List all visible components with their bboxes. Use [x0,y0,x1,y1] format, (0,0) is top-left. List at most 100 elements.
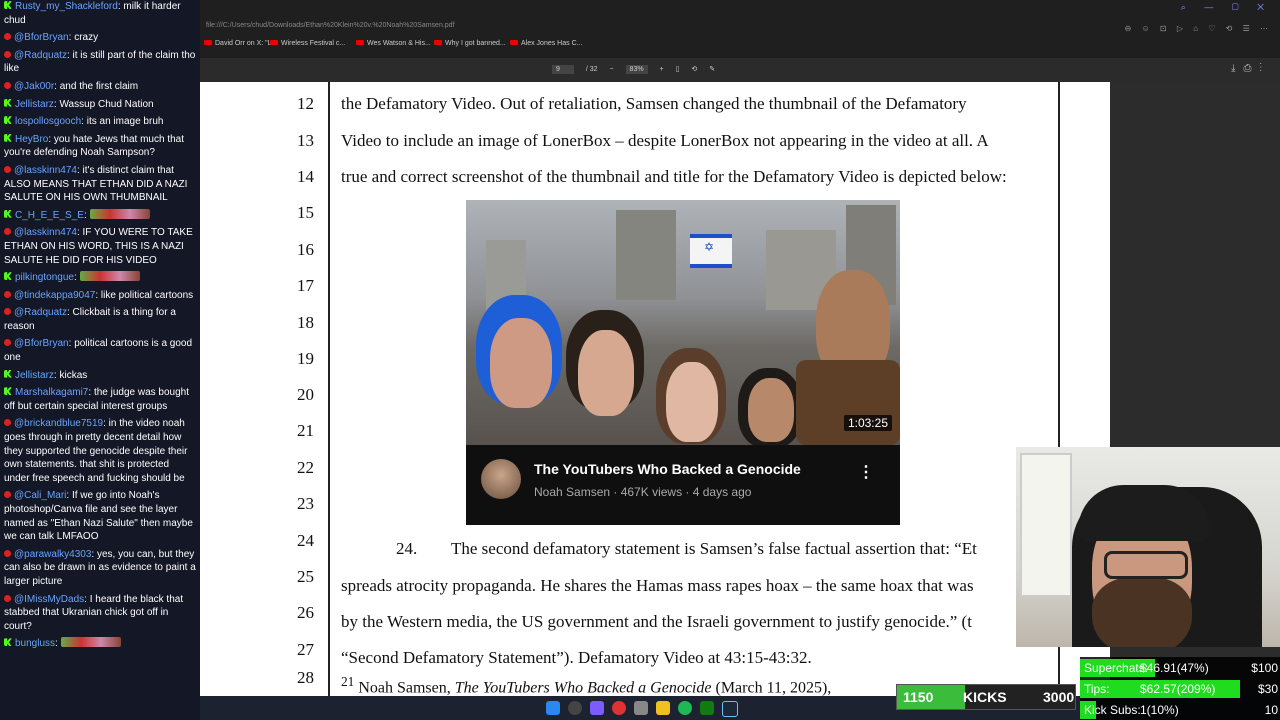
bookmark-1[interactable]: David Orr on X: "L... [204,40,277,47]
steam-icon[interactable] [722,701,738,717]
youtube-icon [4,81,11,89]
print-icon[interactable]: ⎙ [1244,63,1260,74]
line-number: 28 [297,668,314,687]
bookmark-5[interactable]: Alex Jones Has C... [510,40,582,47]
bookmark-2[interactable]: Wireless Festival c... [270,40,345,47]
address-bar[interactable]: file:///C:/Users/chud/Downloads/Ethan%20… [206,22,455,29]
page-number-input[interactable]: 9 [552,65,574,74]
youtube-icon [4,491,11,499]
kicks-current: 1150 [903,689,934,705]
flag-icon: ✡ [690,234,732,268]
chat-message: @lasskinn474: IF YOU WERE TO TAKE ETHAN … [4,227,193,266]
stat-row: Superchats: $46.91(47%) $100 [1080,659,1280,677]
chat-username[interactable]: bungluss [15,638,55,649]
chat-message: @BforBryan: crazy [0,31,200,49]
rotate-icon[interactable]: ⟲ [691,66,697,73]
channel-avatar [481,459,521,499]
chat-username[interactable]: @lasskinn474 [14,227,77,238]
bookmark-4[interactable]: Why I got banned... [434,40,506,47]
xbox-icon[interactable] [700,701,714,715]
video-duration: 1:03:25 [843,415,892,431]
kick-icon [4,133,12,142]
kicks-goal-bar: 1150 KICKS 3000 [896,684,1076,710]
zoom-in-button[interactable]: + [660,66,664,73]
app-icon[interactable] [590,701,604,715]
youtube-icon [4,594,11,602]
draw-icon[interactable]: ✎ [709,66,715,73]
stat-label: Superchats: [1084,661,1149,675]
chat-username[interactable]: @Radquatz [14,307,67,318]
footnote: 21 Noah Samsen, The YouTubers Who Backed… [341,674,831,696]
chat-message: @brickandblue7519: in the video noah goe… [4,418,188,484]
browser-toolbar-icons[interactable]: ⊖ ☺ ⊡ ▷ ⌂ ♡ ⟲ ☰ ⋯ [1125,24,1272,33]
chat-username[interactable]: @Cali_Mari [14,490,66,501]
doc-line: true and correct screenshot of the thumb… [341,167,1007,186]
chat-message: bungluss: [0,637,200,655]
chat-username[interactable]: lospollosgooch [15,116,81,127]
chat-username[interactable]: @parawalky4303 [14,549,91,560]
youtube-thumbnail-card: ✡ 1:03:25 The YouTubers Who Backed a Gen… [466,200,900,525]
line-number: 14 [297,167,314,186]
file-explorer-icon[interactable] [656,701,670,715]
line-number: 16 [297,240,314,259]
app-icon[interactable] [612,701,626,715]
video-title: The YouTubers Who Backed a Genocide [534,461,801,477]
line-number: 19 [297,349,314,368]
youtube-icon [4,33,11,41]
bookmark-3[interactable]: Wes Watson & His... [356,40,431,47]
chat-username[interactable]: pilkingtongue [15,272,74,283]
stat-value: $46.91(47%) [1140,661,1209,675]
chat-message: @tindekappa9047: like political cartoons [0,289,200,307]
chat-message: Rusty_my_Shackleford: milk it harder chu… [4,1,181,26]
stat-goal: $30 [1257,682,1278,696]
footnote-tail: (March 11, 2025), [711,679,832,696]
line-number: 25 [297,567,314,586]
spotify-icon[interactable] [678,701,692,715]
stat-goal: $100 [1251,661,1278,675]
chat-username[interactable]: Jellistarz [15,99,54,110]
app-icon[interactable] [634,701,648,715]
chat-text: its an image bruh [86,116,164,128]
doc-line: The second defamatory statement is Samse… [451,539,977,558]
line-number: 20 [297,385,314,404]
download-icon[interactable]: ⤓ [1231,63,1243,74]
chat-username[interactable]: @IMissMyDads [14,594,84,605]
chat-username[interactable]: @brickandblue7519 [14,418,103,429]
line-number: 23 [297,494,314,513]
chat-message: @Cali_Mari: If we go into Noah's photosh… [4,490,193,543]
line-number: 27 [297,640,314,659]
more-options-icon[interactable]: ⋮ [1260,63,1271,74]
chat-username[interactable]: C_H_E_E_S_E [15,210,84,221]
doc-line: spreads atrocity propaganda. He shares t… [341,576,974,595]
footnote-number: 21 [341,674,355,689]
line-number: 26 [297,603,314,622]
chat-username[interactable]: @BforBryan [14,32,69,43]
chat-username[interactable]: Jellistarz [15,370,54,381]
window-controls[interactable]: ⌕ — ▢ ✕ [1181,2,1272,13]
chat-username[interactable]: @lasskinn474 [14,165,77,176]
search-icon[interactable] [568,701,582,715]
youtube-icon [4,419,11,427]
line-number: 18 [297,313,314,332]
kick-icon [4,116,12,125]
emote-icon [60,637,121,648]
footnote-title: The YouTubers Who Backed a Genocide [454,679,712,696]
chat-username[interactable]: @Radquatz [14,50,67,61]
chat-message: HeyBro: you hate Jews that much that you… [4,133,184,159]
stat-goal: 10 [1264,703,1278,717]
chat-username[interactable]: @BforBryan [14,338,69,349]
zoom-out-button[interactable]: − [610,66,614,73]
chat-username[interactable]: Marshalkagami7 [15,387,88,398]
chat-username[interactable]: @tindekappa9047 [14,290,95,301]
chat-message: Marshalkagami7: the judge was bought off… [4,387,190,412]
line-number: 21 [297,421,314,440]
video-meta: Noah Samsen · 467K views · 4 days ago [534,485,752,499]
fit-page-icon[interactable]: ▯ [676,66,680,73]
doc-line: the Defamatory Video. Out of retaliation… [341,94,967,113]
chat-username[interactable]: @Jak00r [14,81,54,92]
chat-username[interactable]: Rusty_my_Shackleford [15,1,118,12]
chat-username[interactable]: HeyBro [15,134,48,145]
zoom-level[interactable]: 83% [625,65,648,74]
windows-start-icon[interactable] [546,701,560,715]
chat-message: Jellistarz: kickas [0,369,200,387]
